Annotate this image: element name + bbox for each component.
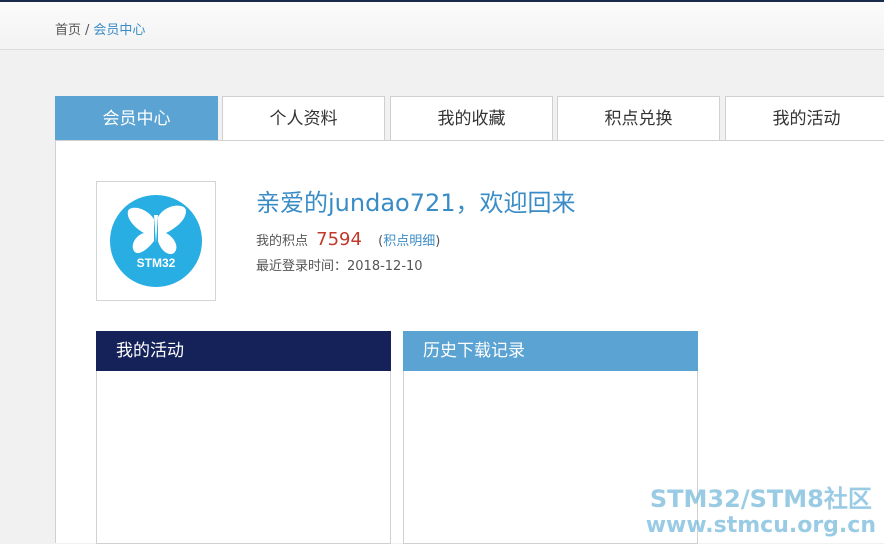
points-label: 我的积点 xyxy=(256,234,308,249)
avatar-logo-text: STM32 xyxy=(137,256,176,270)
points-detail-close: ) xyxy=(435,234,440,249)
download-history-header: 历史下载记录 xyxy=(403,331,698,371)
last-login-value: 2018-12-10 xyxy=(347,259,423,274)
points-detail: (积点明细) xyxy=(378,234,440,249)
breadcrumb-separator: / xyxy=(85,23,89,38)
member-panel: STM32 亲爱的jundao721，欢迎回来 我的积点 7594 (积点明细)… xyxy=(55,140,884,543)
breadcrumb-home[interactable]: 首页 xyxy=(55,23,81,38)
tab-member-center[interactable]: 会员中心 xyxy=(55,96,218,140)
avatar[interactable]: STM32 xyxy=(96,181,216,301)
breadcrumb: 首页 / 会员中心 xyxy=(55,19,145,38)
stm32-butterfly-icon: STM32 xyxy=(110,195,202,287)
welcome-message: 亲爱的jundao721，欢迎回来 xyxy=(256,183,576,218)
my-activities-box: 我的活动 xyxy=(96,331,391,544)
tab-points-exchange[interactable]: 积点兑换 xyxy=(557,96,720,140)
points-detail-link[interactable]: 积点明细 xyxy=(383,234,435,249)
breadcrumb-current[interactable]: 会员中心 xyxy=(93,23,145,38)
tab-profile[interactable]: 个人资料 xyxy=(222,96,385,140)
my-activities-header: 我的活动 xyxy=(96,331,391,371)
points-row: 我的积点 7594 (积点明细) xyxy=(256,229,440,250)
member-tabs: 会员中心 个人资料 我的收藏 积点兑换 我的活动 xyxy=(55,96,884,140)
site-watermark: STM32/STM8社区 www.stmcu.org.cn xyxy=(646,485,876,539)
top-bar: 首页 / 会员中心 xyxy=(0,0,884,50)
last-login-row: 最近登录时间：2018-12-10 xyxy=(256,255,423,274)
points-value: 7594 xyxy=(316,229,362,250)
watermark-line1: STM32/STM8社区 xyxy=(646,485,876,513)
tab-favorites[interactable]: 我的收藏 xyxy=(390,96,553,140)
tab-my-activities[interactable]: 我的活动 xyxy=(725,96,884,140)
watermark-line2: www.stmcu.org.cn xyxy=(646,513,876,539)
last-login-label: 最近登录时间： xyxy=(256,259,347,274)
